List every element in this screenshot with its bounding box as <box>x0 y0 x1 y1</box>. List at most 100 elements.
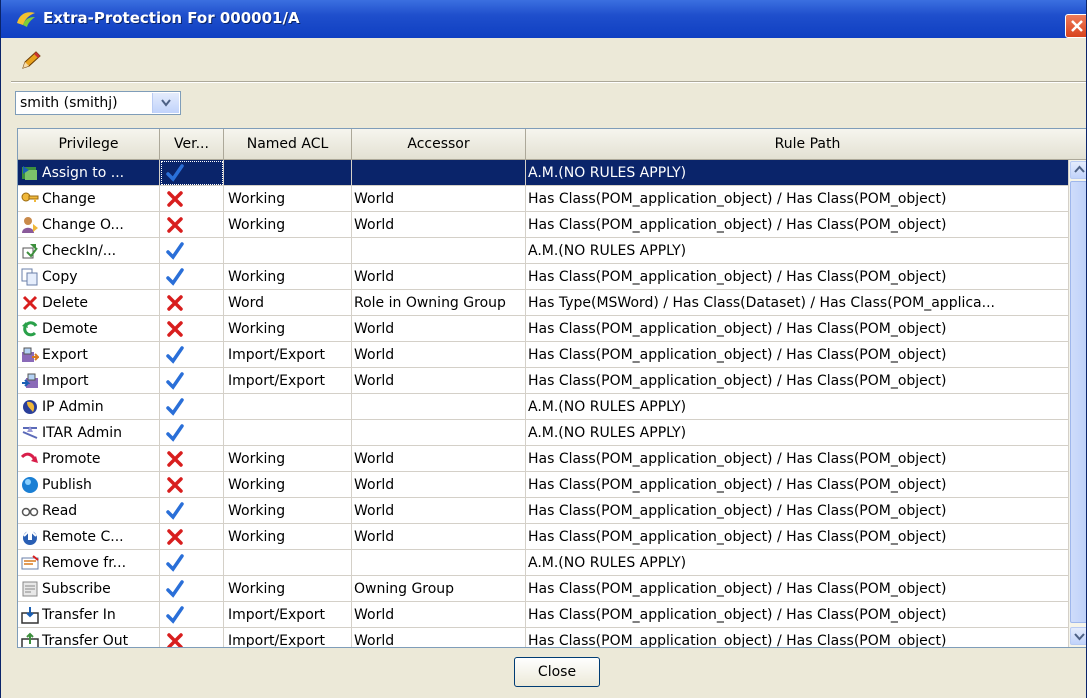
accessor-cell: World <box>352 628 526 647</box>
privilege-table: Privilege Ver... Named ACL Accessor Rule… <box>17 128 1086 648</box>
privilege-label: Change O... <box>42 217 124 233</box>
privilege-cell: Subscribe <box>18 576 160 602</box>
close-icon <box>1071 20 1083 32</box>
col-verdict[interactable]: Ver... <box>160 129 224 159</box>
privilege-cell: Assign to ... <box>18 160 160 186</box>
named-acl-cell: Working <box>224 472 352 498</box>
scroll-thumb[interactable] <box>1070 181 1086 623</box>
table-header: Privilege Ver... Named ACL Accessor Rule… <box>18 129 1086 160</box>
table-row[interactable]: Import Import/Export World Has Class(POM_ap… <box>18 368 1068 394</box>
table-row[interactable]: Change Working World Has Class(POM_applicat… <box>18 186 1068 212</box>
user-change-icon <box>22 217 38 233</box>
table-row[interactable]: Delete Word Role in Owning Group Has Type(M… <box>18 290 1068 316</box>
subscribe-icon <box>22 581 38 597</box>
named-acl-cell: Working <box>224 316 352 342</box>
cross-icon <box>167 217 183 233</box>
accessor-cell: World <box>352 316 526 342</box>
verdict-cell <box>160 498 224 524</box>
privilege-label: Demote <box>42 321 98 337</box>
named-acl-cell: Word <box>224 290 352 316</box>
verdict-cell <box>160 524 224 550</box>
itar-admin-icon <box>22 426 38 439</box>
rule-path-cell: Has Class(POM_application_object) / Has … <box>528 581 947 597</box>
user-select-dropdown-button[interactable] <box>152 93 179 113</box>
accessor-cell: World <box>352 498 526 524</box>
close-button[interactable]: Close <box>514 657 600 687</box>
named-acl-cell: Working <box>224 212 352 238</box>
table-row[interactable]: ITAR Admin A.M.(NO RULES APPLY) <box>18 420 1068 446</box>
table-row[interactable]: Remote C... Working World Has Class(POM_app… <box>18 524 1068 550</box>
rule-path-cell: Has Type(MSWord) / Has Class(Dataset) / … <box>528 295 995 311</box>
accessor-cell <box>352 550 526 576</box>
table-row[interactable]: Copy Working World Has Class(POM_applicatio… <box>18 264 1068 290</box>
table-row[interactable]: Assign to ... A.M.(NO RULES APPLY) <box>18 160 1068 186</box>
table-row[interactable]: Read Working World Has Class(POM_applicatio… <box>18 498 1068 524</box>
verdict-cell <box>160 238 224 264</box>
user-select[interactable]: smith (smithj) <box>15 91 181 115</box>
accessor-cell <box>352 160 526 186</box>
col-rule-path[interactable]: Rule Path <box>526 129 1086 159</box>
verdict-cell <box>160 212 224 238</box>
table-row[interactable]: Subscribe Working Owning Group Has Class(PO… <box>18 576 1068 602</box>
cross-icon <box>167 529 183 545</box>
export-icon <box>22 347 39 362</box>
privilege-cell: Change <box>18 186 160 212</box>
verdict-cell <box>160 628 224 647</box>
table-row[interactable]: Change O... Working World Has Class(POM_app… <box>18 212 1068 238</box>
close-button-label: Close <box>537 664 577 680</box>
named-acl-cell: Import/Export <box>224 342 352 368</box>
check-icon <box>166 554 184 572</box>
accessor-cell <box>352 420 526 446</box>
col-privilege[interactable]: Privilege <box>18 129 160 159</box>
check-icon <box>166 398 184 416</box>
accessor-cell: World <box>352 212 526 238</box>
key-icon <box>21 192 39 202</box>
col-named-acl[interactable]: Named ACL <box>224 129 352 159</box>
table-row[interactable]: Remove fr... A.M.(NO RULES APPLY) <box>18 550 1068 576</box>
accessor-cell: World <box>352 186 526 212</box>
scroll-up-button[interactable] <box>1070 161 1086 179</box>
table-row[interactable]: Publish Working World Has Class(POM_applica… <box>18 472 1068 498</box>
check-icon <box>166 346 184 364</box>
app-icon <box>17 12 35 27</box>
chevron-down-icon <box>1074 633 1085 641</box>
table-row[interactable]: Demote Working World Has Class(POM_applicat… <box>18 316 1068 342</box>
named-acl-cell: Working <box>224 498 352 524</box>
privilege-cell: Publish <box>18 472 160 498</box>
check-icon <box>166 424 184 442</box>
extra-protection-dialog: Extra-Protection For 000001/A smith (smi… <box>0 0 1087 698</box>
named-acl-cell: Import/Export <box>224 368 352 394</box>
check-icon <box>166 372 184 390</box>
scroll-down-button[interactable] <box>1070 627 1086 645</box>
table-row[interactable]: Transfer In Import/Export World Has Class(P… <box>18 602 1068 628</box>
table-row[interactable]: CheckIn/... A.M.(NO RULES APPLY) <box>18 238 1068 264</box>
privilege-cell: Demote <box>18 316 160 342</box>
rule-path-cell: A.M.(NO RULES APPLY) <box>528 555 687 571</box>
verdict-cell <box>160 186 224 212</box>
verdict-cell <box>160 550 224 576</box>
toolbar <box>11 40 1086 80</box>
pencil-icon[interactable] <box>19 50 43 70</box>
rule-path-cell: Has Class(POM_application_object) / Has … <box>528 529 947 545</box>
window-close-button[interactable] <box>1065 14 1086 38</box>
table-row[interactable]: Export Import/Export World Has Class(POM_ap… <box>18 342 1068 368</box>
table-row[interactable]: Promote Working World Has Class(POM_applica… <box>18 446 1068 472</box>
title-bar[interactable]: Extra-Protection For 000001/A <box>1 0 1086 38</box>
named-acl-cell: Import/Export <box>224 602 352 628</box>
rule-path-cell: Has Class(POM_application_object) / Has … <box>528 451 947 467</box>
vertical-scrollbar[interactable] <box>1068 160 1086 647</box>
rule-path-cell: Has Class(POM_application_object) / Has … <box>528 503 947 519</box>
verdict-cell <box>160 160 224 186</box>
table-row[interactable]: Transfer Out Import/Export World Has Class(… <box>18 628 1068 647</box>
window-title: Extra-Protection For 000001/A <box>43 9 300 27</box>
remote-icon <box>23 528 37 545</box>
accessor-cell: World <box>352 368 526 394</box>
privilege-label: Publish <box>42 477 92 493</box>
table-row[interactable]: IP Admin A.M.(NO RULES APPLY) <box>18 394 1068 420</box>
import-icon <box>22 373 38 388</box>
verdict-cell <box>160 368 224 394</box>
col-accessor[interactable]: Accessor <box>352 129 526 159</box>
named-acl-cell <box>224 394 352 420</box>
rule-path-cell: Has Class(POM_application_object) / Has … <box>528 191 947 207</box>
rule-path-cell: Has Class(POM_application_object) / Has … <box>528 269 947 285</box>
